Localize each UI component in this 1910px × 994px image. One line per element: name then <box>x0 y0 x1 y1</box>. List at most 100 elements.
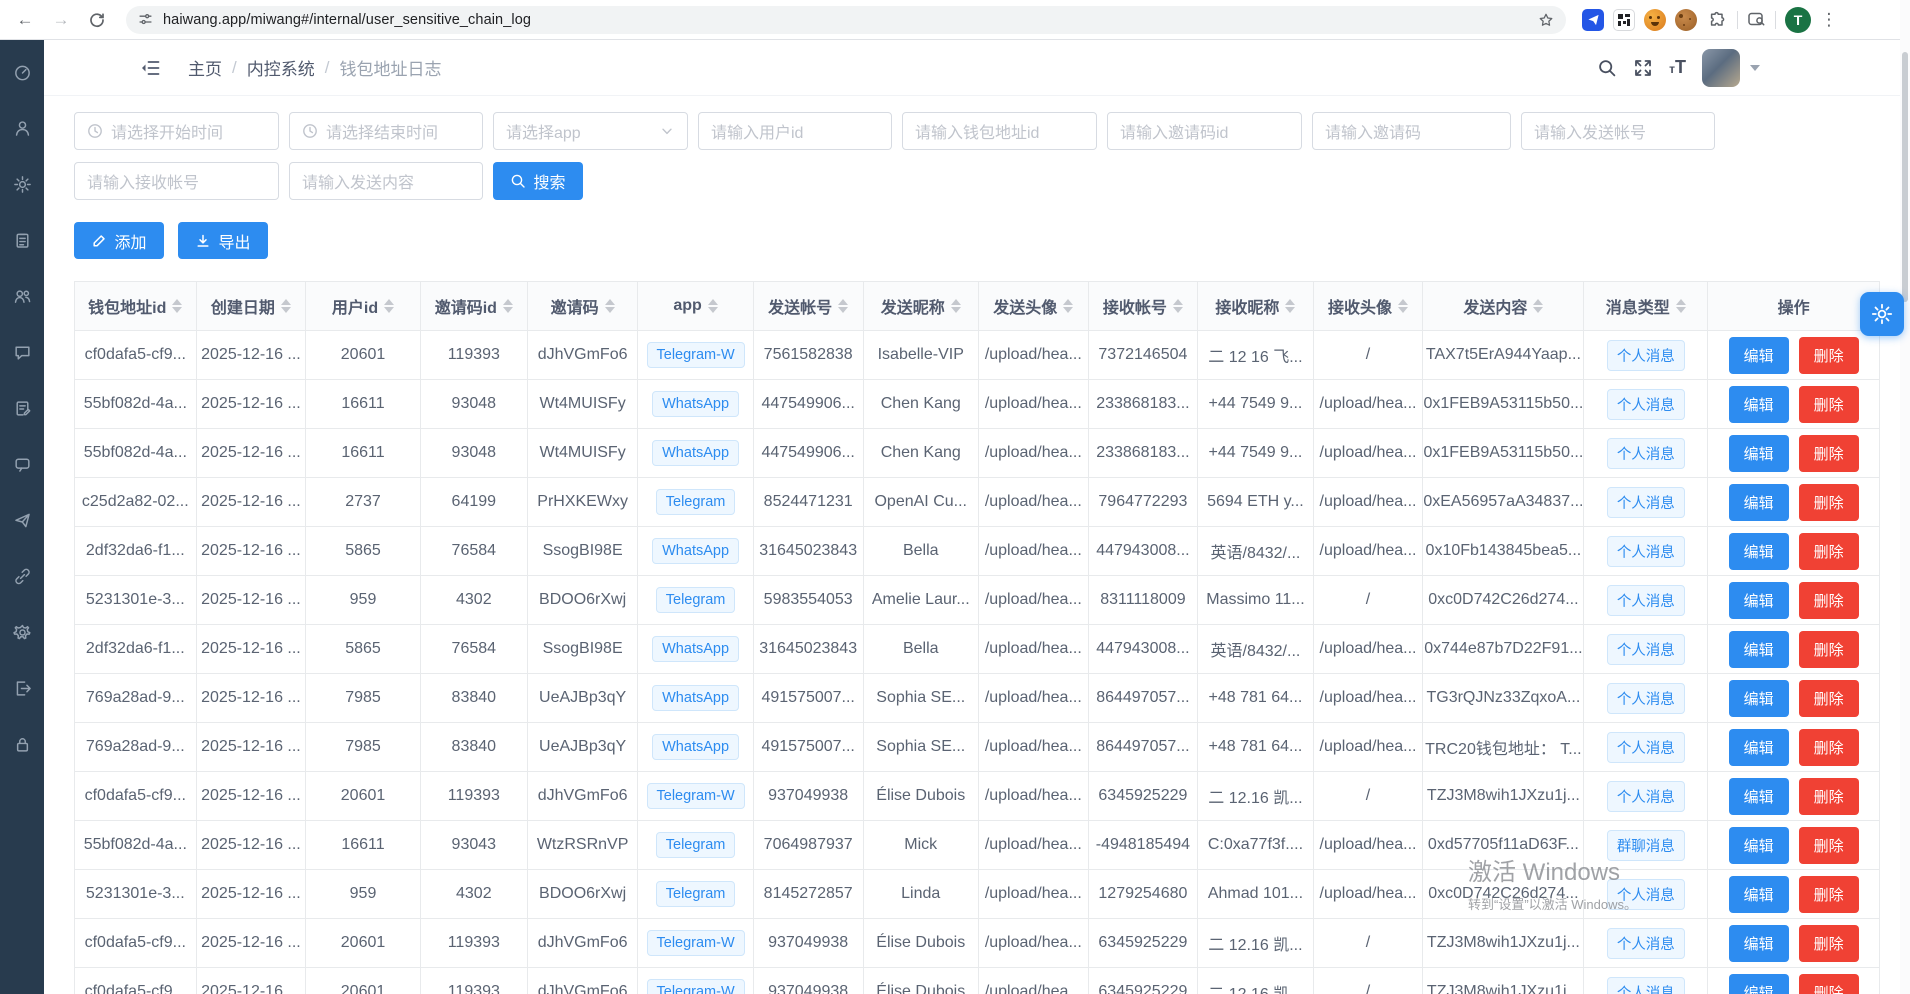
send-icon[interactable] <box>4 502 40 538</box>
column-header-invite_code[interactable]: 邀请码 <box>527 282 637 331</box>
column-header-user_id[interactable]: 用户id <box>306 282 420 331</box>
team-icon[interactable] <box>4 278 40 314</box>
back-icon[interactable]: ← <box>10 5 40 35</box>
column-header-wallet_id[interactable]: 钱包地址id <box>75 282 197 331</box>
sort-icon[interactable] <box>605 299 615 313</box>
edit-button[interactable]: 编辑 <box>1729 386 1789 423</box>
sort-icon[interactable] <box>281 299 291 313</box>
sort-icon[interactable] <box>838 299 848 313</box>
column-header-content[interactable]: 发送内容 <box>1423 282 1584 331</box>
column-header-recv_avatar[interactable]: 接收头像 <box>1313 282 1423 331</box>
invite-code-id-input[interactable]: 请输入邀请码id <box>1107 112 1302 150</box>
add-button[interactable]: 添加 <box>74 222 164 259</box>
note-edit-icon[interactable] <box>4 390 40 426</box>
sort-icon[interactable] <box>1533 299 1543 313</box>
sort-icon[interactable] <box>1063 299 1073 313</box>
forward-icon[interactable]: → <box>46 5 76 35</box>
scrollbar[interactable] <box>1900 0 1910 994</box>
delete-button[interactable]: 删除 <box>1799 729 1859 766</box>
dashboard-icon[interactable] <box>4 54 40 90</box>
column-header-recv_account[interactable]: 接收帐号 <box>1088 282 1198 331</box>
search-icon[interactable] <box>1597 58 1617 78</box>
edit-button[interactable]: 编辑 <box>1729 582 1789 619</box>
exit-icon[interactable] <box>4 670 40 706</box>
search-button[interactable]: 搜索 <box>493 162 583 200</box>
extension-send-icon[interactable] <box>1582 9 1604 31</box>
clipboard-icon[interactable] <box>4 222 40 258</box>
scrollbar-thumb[interactable] <box>1902 52 1908 302</box>
sort-icon[interactable] <box>951 299 961 313</box>
invite-code-input[interactable]: 请输入邀请码 <box>1312 112 1511 150</box>
delete-button[interactable]: 删除 <box>1799 631 1859 668</box>
extension-qr-icon[interactable] <box>1613 9 1635 31</box>
column-header-invite_code_id[interactable]: 邀请码id <box>420 282 527 331</box>
edit-button[interactable]: 编辑 <box>1729 827 1789 864</box>
column-header-send_nick[interactable]: 发送昵称 <box>863 282 978 331</box>
column-header-recv_nick[interactable]: 接收昵称 <box>1198 282 1314 331</box>
gear-icon[interactable] <box>4 166 40 202</box>
start-time-picker[interactable]: 请选择开始时间 <box>74 112 279 150</box>
sort-icon[interactable] <box>1285 299 1295 313</box>
edit-button[interactable]: 编辑 <box>1729 680 1789 717</box>
url-bar[interactable]: haiwang.app/miwang#/internal/user_sensit… <box>126 6 1566 34</box>
delete-button[interactable]: 删除 <box>1799 876 1859 913</box>
delete-button[interactable]: 删除 <box>1799 533 1859 570</box>
app-select[interactable]: 请选择app <box>493 112 688 150</box>
chat-icon[interactable] <box>4 334 40 370</box>
column-header-send_avatar[interactable]: 发送头像 <box>978 282 1088 331</box>
user-icon[interactable] <box>4 110 40 146</box>
breadcrumb-item[interactable]: 主页 <box>188 55 222 80</box>
edit-button[interactable]: 编辑 <box>1729 631 1789 668</box>
delete-button[interactable]: 删除 <box>1799 582 1859 619</box>
edit-button[interactable]: 编辑 <box>1729 974 1789 994</box>
end-time-picker[interactable]: 请选择结束时间 <box>289 112 483 150</box>
delete-button[interactable]: 删除 <box>1799 925 1859 962</box>
extensions-puzzle-icon[interactable] <box>1706 9 1728 31</box>
delete-button[interactable]: 删除 <box>1799 778 1859 815</box>
send-account-input[interactable]: 请输入发送帐号 <box>1521 112 1715 150</box>
sort-icon[interactable] <box>708 299 718 313</box>
browser-menu-icon[interactable]: ⋮ <box>1820 10 1838 30</box>
receive-account-input[interactable]: 请输入接收帐号 <box>74 162 279 200</box>
bookmark-star-icon[interactable] <box>1538 12 1554 28</box>
font-size-icon[interactable]: тT <box>1669 57 1686 78</box>
delete-button[interactable]: 删除 <box>1799 680 1859 717</box>
edit-button[interactable]: 编辑 <box>1729 729 1789 766</box>
extension-emoji-icon[interactable] <box>1644 9 1666 31</box>
theme-settings-button[interactable] <box>1860 292 1904 336</box>
link-icon[interactable] <box>4 558 40 594</box>
breadcrumb-item[interactable]: 内控系统 <box>247 55 315 80</box>
sort-icon[interactable] <box>503 299 513 313</box>
delete-button[interactable]: 删除 <box>1799 484 1859 521</box>
sort-icon[interactable] <box>384 299 394 313</box>
delete-button[interactable]: 删除 <box>1799 386 1859 423</box>
extension-cookie-icon[interactable] <box>1675 9 1697 31</box>
column-header-msg_type[interactable]: 消息类型 <box>1584 282 1708 331</box>
wallet-id-input[interactable]: 请输入钱包地址id <box>902 112 1097 150</box>
delete-button[interactable]: 删除 <box>1799 827 1859 864</box>
send-content-input[interactable]: 请输入发送内容 <box>289 162 483 200</box>
column-header-send_account[interactable]: 发送帐号 <box>753 282 863 331</box>
browser-profile-avatar[interactable]: T <box>1785 7 1811 33</box>
menu-collapse-icon[interactable] <box>140 57 162 79</box>
edit-button[interactable]: 编辑 <box>1729 337 1789 374</box>
tab-search-icon[interactable] <box>1747 10 1766 29</box>
delete-button[interactable]: 删除 <box>1799 337 1859 374</box>
delete-button[interactable]: 删除 <box>1799 435 1859 472</box>
column-header-created[interactable]: 创建日期 <box>196 282 306 331</box>
edit-button[interactable]: 编辑 <box>1729 925 1789 962</box>
sort-icon[interactable] <box>1398 299 1408 313</box>
delete-button[interactable]: 删除 <box>1799 974 1859 994</box>
site-controls-icon[interactable] <box>138 12 153 27</box>
sort-icon[interactable] <box>1173 299 1183 313</box>
edit-button[interactable]: 编辑 <box>1729 778 1789 815</box>
sort-icon[interactable] <box>172 299 182 313</box>
settings-icon[interactable] <box>4 614 40 650</box>
export-button[interactable]: 导出 <box>178 222 268 259</box>
fullscreen-icon[interactable] <box>1633 58 1653 78</box>
user-id-input[interactable]: 请输入用户id <box>698 112 892 150</box>
chevron-down-icon[interactable] <box>1750 65 1760 71</box>
edit-button[interactable]: 编辑 <box>1729 484 1789 521</box>
refresh-icon[interactable] <box>82 5 112 35</box>
edit-button[interactable]: 编辑 <box>1729 876 1789 913</box>
